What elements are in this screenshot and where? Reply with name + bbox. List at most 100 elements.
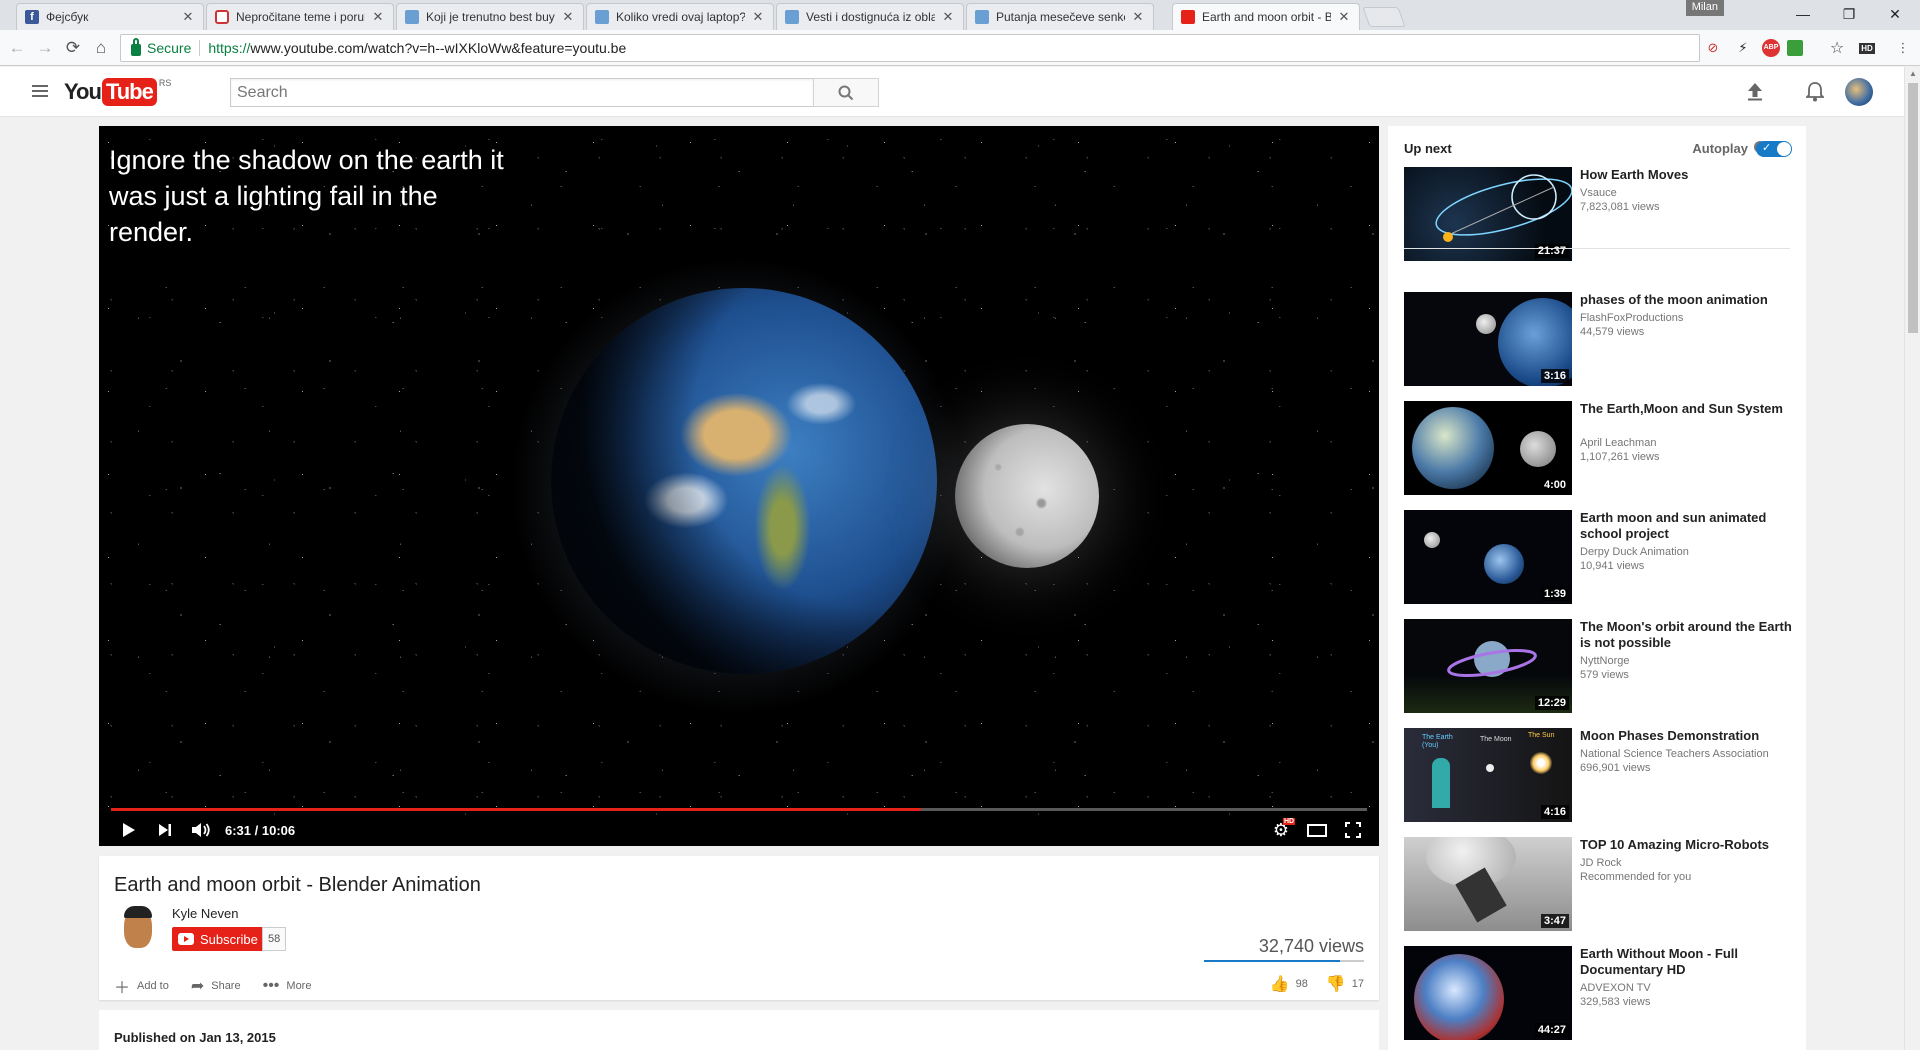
new-tab-button[interactable] [1362, 7, 1406, 27]
upload-icon[interactable] [1743, 80, 1767, 104]
lightning-extension-icon[interactable]: ⚡ [1733, 38, 1753, 58]
back-icon[interactable]: ← [6, 37, 28, 59]
channel-name[interactable]: Kyle Neven [172, 906, 238, 921]
browser-tab[interactable]: Koliko vredi ovaj laptop? ✕ [586, 3, 774, 30]
video-title-link[interactable]: The Earth,Moon and Sun System [1580, 401, 1794, 417]
recommended-video[interactable]: 3:16 phases of the moon animation FlashF… [1404, 292, 1794, 386]
thumbs-up-icon: 👍 [1269, 976, 1290, 993]
autoplay-toggle[interactable]: ✓ [1756, 141, 1792, 157]
youtube-play-icon [178, 933, 194, 945]
lock-icon [131, 38, 141, 56]
address-bar[interactable]: Secure https:// www.youtube.com/watch?v=… [120, 34, 1700, 62]
browser-tab[interactable]: Putanja mesečeve senke ✕ [966, 3, 1154, 30]
home-icon[interactable]: ⌂ [90, 37, 112, 59]
video-title-link[interactable]: Moon Phases Demonstration [1580, 728, 1794, 744]
bookmark-star-icon[interactable]: ☆ [1827, 38, 1847, 58]
close-tab-icon[interactable]: ✕ [1131, 9, 1145, 25]
cookie-blocked-icon[interactable]: ⊘ [1703, 38, 1723, 58]
youtube-logo[interactable]: You Tube RS [64, 78, 171, 106]
hd-extension-icon[interactable]: HD [1857, 38, 1877, 58]
video-title-link[interactable]: Earth Without Moon - Full Documentary HD [1580, 946, 1794, 978]
forum-icon [975, 10, 989, 24]
video-views: 579 views [1580, 669, 1629, 681]
volume-button[interactable] [183, 814, 219, 846]
extension-icon[interactable] [1785, 38, 1805, 58]
browser-tab[interactable]: Koji je trenutno best buy ✕ [396, 3, 584, 30]
video-thumbnail[interactable]: 3:16 [1404, 292, 1572, 386]
recommended-video[interactable]: 3:47 TOP 10 Amazing Micro-Robots JD Rock… [1404, 837, 1794, 931]
close-tab-icon[interactable]: ✕ [181, 9, 195, 25]
scrollbar-thumb[interactable] [1908, 83, 1918, 333]
tab-title: Фејсбук [46, 10, 89, 24]
recommended-video[interactable]: 44:27 Earth Without Moon - Full Document… [1404, 946, 1794, 1040]
forward-icon[interactable]: → [34, 37, 56, 59]
share-button[interactable]: ➦ Share [191, 974, 241, 998]
search-input[interactable]: Search [230, 78, 814, 107]
scroll-up-icon[interactable]: ▲ [1909, 69, 1917, 78]
close-tab-icon[interactable]: ✕ [561, 9, 575, 25]
video-title-link[interactable]: phases of the moon animation [1580, 292, 1794, 308]
profile-chip[interactable]: Milan [1685, 0, 1724, 16]
video-duration: 4:16 [1540, 805, 1569, 819]
settings-button[interactable]: ⚙ HD [1263, 814, 1299, 846]
close-tab-icon[interactable]: ✕ [751, 9, 765, 25]
close-tab-icon[interactable]: ✕ [941, 9, 955, 25]
subscribe-button[interactable]: Subscribe [172, 927, 266, 951]
video-title-link[interactable]: TOP 10 Amazing Micro-Robots [1580, 837, 1794, 853]
like-button[interactable]: 👍 98 [1270, 974, 1308, 994]
close-window-icon[interactable]: ✕ [1872, 0, 1918, 28]
page-scrollbar[interactable]: ▲ [1904, 67, 1920, 1050]
fullscreen-button[interactable] [1335, 814, 1371, 846]
theater-icon [1307, 823, 1327, 837]
search-button[interactable] [813, 78, 879, 107]
add-to-button[interactable]: ＋ Add to [114, 974, 169, 998]
chrome-menu-icon[interactable]: ⋮ [1893, 38, 1913, 58]
progress-bar[interactable] [111, 808, 1367, 811]
video-thumbnail[interactable]: 3:47 [1404, 837, 1572, 931]
dislike-button[interactable]: 👎 17 [1326, 974, 1364, 994]
account-avatar[interactable] [1845, 78, 1873, 106]
video-thumbnail[interactable]: 44:27 [1404, 946, 1572, 1040]
more-button[interactable]: ••• More [263, 974, 312, 998]
watch-sidebar: Up next Autoplay i ✓ 21:37 How Earth Mov… [1388, 126, 1806, 1050]
video-channel: ADVEXON TV [1580, 982, 1651, 994]
theater-mode-button[interactable] [1299, 814, 1335, 846]
recommended-video[interactable]: 12:29 The Moon's orbit around the Earth … [1404, 619, 1794, 713]
recommended-video[interactable]: The Earth (You) The Moon The Sun 4:16 Mo… [1404, 728, 1794, 822]
earth-thumbnail [1484, 544, 1524, 584]
video-thumbnail[interactable]: 12:29 [1404, 619, 1572, 713]
recommended-video[interactable]: 1:39 Earth moon and sun animated school … [1404, 510, 1794, 604]
recommended-video[interactable]: 21:37 How Earth Moves Vsauce 7,823,081 v… [1404, 167, 1794, 261]
video-thumbnail[interactable]: 21:37 [1404, 167, 1572, 261]
play-button[interactable] [111, 814, 147, 846]
maximize-icon[interactable]: ❐ [1826, 0, 1872, 28]
reload-icon[interactable]: ⟳ [62, 37, 84, 59]
video-thumbnail[interactable]: 4:00 [1404, 401, 1572, 495]
video-thumbnail[interactable]: 1:39 [1404, 510, 1572, 604]
browser-tab[interactable]: f Фејсбук ✕ [16, 3, 204, 30]
avatar-hair [124, 906, 152, 918]
minimize-icon[interactable]: — [1780, 0, 1826, 28]
video-title-link[interactable]: The Moon's orbit around the Earth is not… [1580, 619, 1794, 651]
thumb-label-earth: The Earth (You) [1422, 734, 1453, 749]
close-tab-icon[interactable]: ✕ [371, 9, 385, 25]
adblock-icon[interactable]: ABP [1761, 38, 1781, 58]
browser-tab-active[interactable]: Earth and moon orbit - B ✕ [1172, 3, 1360, 30]
notifications-bell-icon[interactable] [1803, 80, 1827, 104]
next-button[interactable] [147, 814, 183, 846]
guide-menu-icon[interactable] [32, 85, 48, 97]
video-thumbnail[interactable]: The Earth (You) The Moon The Sun 4:16 [1404, 728, 1572, 822]
tab-title: Earth and moon orbit - B [1202, 10, 1331, 24]
video-overlay-text: Ignore the shadow on the earth it was ju… [109, 145, 504, 247]
browser-tab[interactable]: Nepročitane teme i poruke ✕ [206, 3, 394, 30]
video-player[interactable]: Ignore the shadow on the earth it was ju… [99, 126, 1379, 846]
video-title-link[interactable]: How Earth Moves [1580, 167, 1794, 183]
video-title-link[interactable]: Earth moon and sun animated school proje… [1580, 510, 1794, 542]
url-scheme: https:// [208, 40, 251, 56]
thumb-label-moon: The Moon [1480, 736, 1512, 743]
recommended-video[interactable]: 4:00 The Earth,Moon and Sun System April… [1404, 401, 1794, 495]
video-views: 329,583 views [1580, 996, 1651, 1008]
browser-tab[interactable]: Vesti i dostignuća iz obla ✕ [776, 3, 964, 30]
channel-avatar[interactable] [114, 904, 162, 952]
close-tab-icon[interactable]: ✕ [1337, 9, 1351, 25]
